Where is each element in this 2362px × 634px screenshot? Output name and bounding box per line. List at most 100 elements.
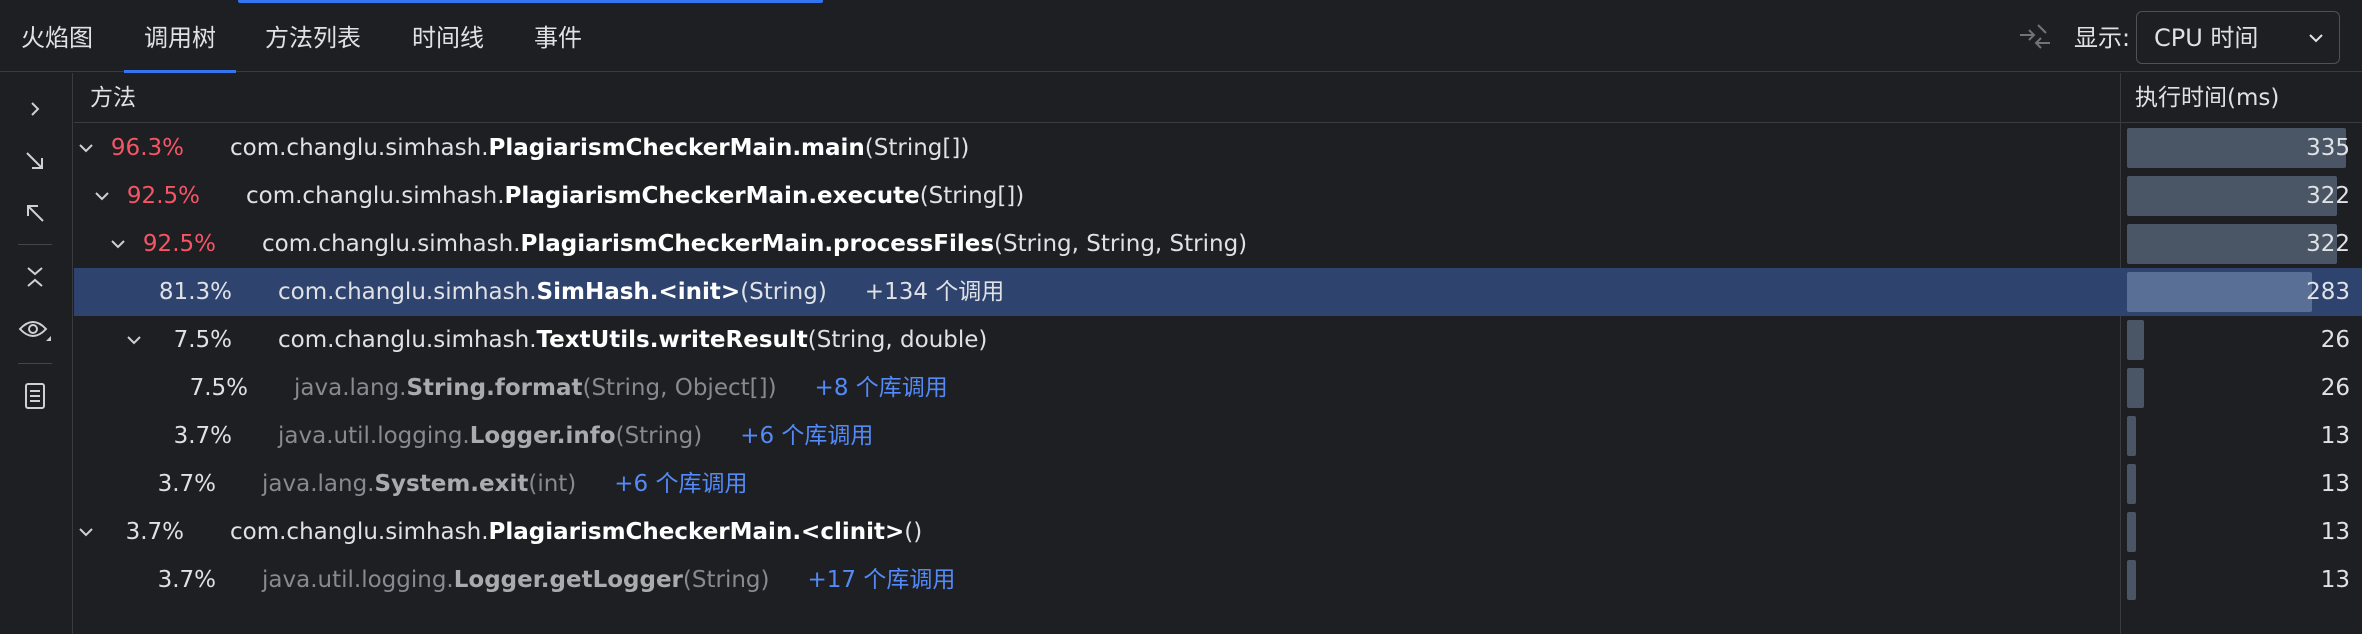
- display-mode-dropdown[interactable]: CPU 时间: [2136, 11, 2340, 64]
- method-name: Logger.info: [469, 423, 616, 449]
- package-name: com.changlu.simhash.: [230, 135, 489, 161]
- method-signature: java.util.logging.Logger.getLogger(Strin…: [262, 556, 955, 604]
- method-cell: 96.3% com.changlu.simhash.PlagiarismCheck…: [74, 124, 2120, 172]
- percent-value: 7.5%: [189, 375, 248, 401]
- method-args: (String[]): [919, 183, 1025, 209]
- time-bar: [2127, 272, 2312, 312]
- table-row[interactable]: 7.5% java.lang.String.format(String, Obje…: [74, 364, 2362, 412]
- tab-events[interactable]: 事件: [534, 0, 582, 72]
- table-row[interactable]: 7.5% com.changlu.simhash.TextUtils.writeR…: [74, 316, 2362, 364]
- percent-value: 92.5%: [142, 231, 216, 257]
- swap-icon[interactable]: [2018, 21, 2052, 51]
- method-args: (String): [740, 279, 827, 305]
- eye-icon: [18, 321, 51, 341]
- table-row[interactable]: 3.7% java.lang.System.exit(int) +6 个库调用 13: [74, 460, 2362, 508]
- method-name: String.format: [406, 375, 583, 401]
- package-name: com.changlu.simhash.: [246, 183, 505, 209]
- tab-call-tree[interactable]: 调用树: [124, 0, 236, 73]
- visibility-button[interactable]: [18, 313, 52, 347]
- time-cell: 13: [2121, 508, 2362, 556]
- method-cell: 3.7% com.changlu.simhash.PlagiarismChecke…: [74, 508, 2120, 556]
- expand-all-button[interactable]: [18, 144, 52, 178]
- time-bar: [2127, 512, 2136, 552]
- tab-flame-graph[interactable]: 火焰图: [21, 0, 93, 72]
- method-cell: 3.7% java.lang.System.exit(int) +6 个库调用: [74, 460, 2120, 508]
- time-value: 322: [2306, 183, 2350, 209]
- time-cell: 26: [2121, 364, 2362, 412]
- table-row[interactable]: 92.5% com.changlu.simhash.PlagiarismCheck…: [74, 172, 2362, 220]
- method-name: TextUtils.writeResult: [536, 327, 808, 353]
- percent-value: 3.7%: [125, 519, 184, 545]
- time-value: 26: [2320, 375, 2350, 401]
- table-row[interactable]: 3.7% com.changlu.simhash.PlagiarismChecke…: [74, 508, 2362, 556]
- time-cell: 283: [2121, 268, 2362, 316]
- tab-timeline[interactable]: 时间线: [412, 0, 484, 72]
- display-label: 显示:: [2074, 24, 2131, 52]
- time-value: 13: [2320, 423, 2350, 449]
- package-name: com.changlu.simhash.: [262, 231, 521, 257]
- method-cell: 7.5% com.changlu.simhash.TextUtils.writeR…: [74, 316, 2120, 364]
- table-row[interactable]: 81.3% com.changlu.simhash.SimHash.<init>(…: [74, 268, 2362, 316]
- tab-bar: 火焰图 调用树 方法列表 时间线 事件 显示: CPU 时间: [0, 0, 2362, 73]
- method-name: PlagiarismCheckerMain.processFiles: [520, 231, 995, 257]
- percent-value: 3.7%: [157, 567, 216, 593]
- table-row[interactable]: 96.3% com.changlu.simhash.PlagiarismCheck…: [74, 124, 2362, 172]
- percent-value: 92.5%: [126, 183, 200, 209]
- package-name: java.lang.: [294, 375, 407, 401]
- extra-calls-link[interactable]: +17 个库调用: [808, 567, 956, 593]
- collapse-all-button[interactable]: [18, 196, 52, 230]
- method-name: PlagiarismCheckerMain.execute: [504, 183, 920, 209]
- extra-calls-link[interactable]: +6 个库调用: [740, 423, 873, 449]
- time-cell: 13: [2121, 556, 2362, 604]
- column-header-time[interactable]: 执行时间(ms): [2135, 73, 2279, 122]
- time-value: 13: [2320, 519, 2350, 545]
- extra-calls-link[interactable]: +6 个库调用: [614, 471, 747, 497]
- table-row[interactable]: 3.7% java.util.logging.Logger.getLogger(S…: [74, 556, 2362, 604]
- time-value: 335: [2306, 135, 2350, 161]
- table-row[interactable]: 92.5% com.changlu.simhash.PlagiarismCheck…: [74, 220, 2362, 268]
- time-value: 13: [2320, 471, 2350, 497]
- call-tree-table: 方法 执行时间(ms) 96.3% com.changlu.simhash.Pla…: [74, 73, 2362, 634]
- method-args: (String, double): [807, 327, 988, 353]
- list-icon: [25, 383, 45, 409]
- time-cell: 322: [2121, 172, 2362, 220]
- percent-value: 7.5%: [173, 327, 232, 353]
- extra-calls-link[interactable]: +134 个调用: [865, 279, 1004, 305]
- time-bar: [2127, 560, 2136, 600]
- method-args: (String[]): [864, 135, 970, 161]
- expand-node-button[interactable]: [18, 92, 52, 126]
- time-cell: 335: [2121, 124, 2362, 172]
- method-args: (String, String, String): [994, 231, 1248, 257]
- tab-method-list[interactable]: 方法列表: [265, 0, 361, 72]
- time-cell: 13: [2121, 460, 2362, 508]
- tool-column: [0, 73, 73, 634]
- method-name: PlagiarismCheckerMain.<clinit>: [488, 519, 905, 545]
- method-signature: com.changlu.simhash.PlagiarismCheckerMai…: [246, 172, 1024, 220]
- collapse-button[interactable]: [18, 260, 52, 294]
- percent-value: 96.3%: [110, 135, 184, 161]
- collapse-all-icon: [27, 205, 44, 222]
- time-bar: [2127, 368, 2144, 408]
- method-signature: com.changlu.simhash.TextUtils.writeResul…: [278, 316, 987, 364]
- method-name: System.exit: [374, 471, 529, 497]
- expand-all-icon: [26, 152, 43, 169]
- method-signature: com.changlu.simhash.PlagiarismCheckerMai…: [262, 220, 1247, 268]
- method-name: Logger.getLogger: [453, 567, 683, 593]
- method-signature: com.changlu.simhash.PlagiarismCheckerMai…: [230, 124, 969, 172]
- time-bar: [2127, 464, 2136, 504]
- method-signature: java.util.logging.Logger.info(String) +6 …: [278, 412, 873, 460]
- method-signature: com.changlu.simhash.PlagiarismCheckerMai…: [230, 508, 922, 556]
- column-header-method[interactable]: 方法: [90, 73, 136, 122]
- time-cell: 322: [2121, 220, 2362, 268]
- extra-calls-link[interactable]: +8 个库调用: [815, 375, 948, 401]
- percent-value: 3.7%: [157, 471, 216, 497]
- list-view-button[interactable]: [18, 379, 52, 413]
- table-row[interactable]: 3.7% java.util.logging.Logger.info(String…: [74, 412, 2362, 460]
- method-cell: 3.7% java.util.logging.Logger.info(String…: [74, 412, 2120, 460]
- time-value: 26: [2320, 327, 2350, 353]
- percent-value: 3.7%: [173, 423, 232, 449]
- method-cell: 3.7% java.util.logging.Logger.getLogger(S…: [74, 556, 2120, 604]
- time-bar: [2127, 416, 2136, 456]
- chevron-right-icon: [31, 102, 40, 116]
- time-value: 322: [2306, 231, 2350, 257]
